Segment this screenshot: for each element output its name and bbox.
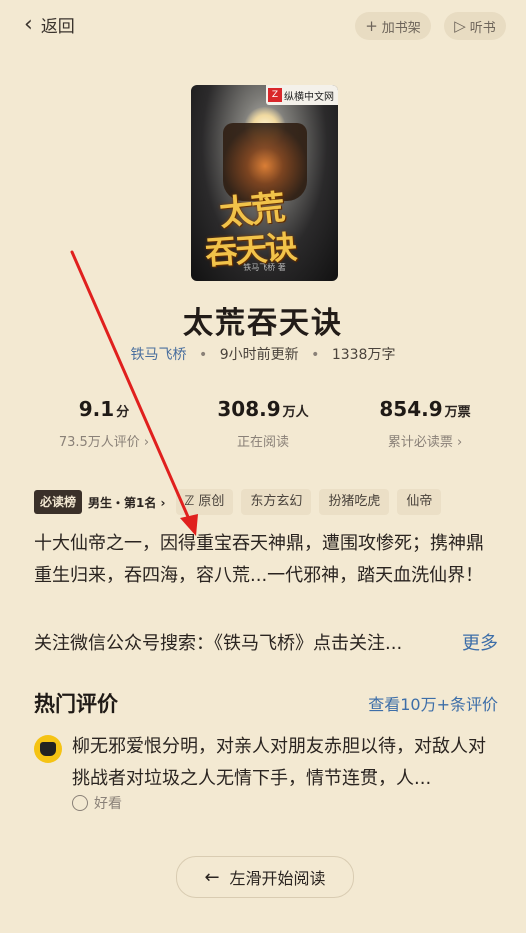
plus-icon: +	[365, 17, 378, 35]
rank-text[interactable]: 男生・第1名 ›	[88, 494, 165, 511]
follow-text: 关注微信公众号搜索：《铁马飞桥》点击关注...	[34, 633, 403, 654]
separator-dot: •	[311, 347, 320, 363]
back-label: 返回	[40, 17, 75, 37]
start-reading-label: 左滑开始阅读	[229, 869, 326, 888]
arrow-left-icon: ←	[204, 866, 220, 888]
reviewer-avatar[interactable]	[34, 735, 62, 763]
rating-label: 73.5万人评价 ›	[58, 435, 150, 450]
rating-value: 9.1	[78, 397, 115, 421]
top-bar: ‹ 返回 + 加书架 ▷ 听书	[0, 0, 526, 52]
hot-reviews-title: 热门评价	[34, 692, 118, 716]
annotation-arrow-line	[70, 250, 194, 528]
rating-stat[interactable]: 9.1 分 73.5万人评价 ›	[24, 397, 184, 450]
like-button[interactable]: 好看	[72, 793, 122, 813]
zongheng-icon: ℤ	[184, 494, 195, 509]
separator-dot: •	[199, 347, 208, 363]
readers-label: 正在阅读	[236, 435, 289, 450]
book-title: 太荒吞天诀	[183, 306, 343, 341]
votes-value: 854.9	[379, 397, 443, 421]
back-button[interactable]: ‹ 返回	[24, 12, 75, 37]
readers-unit: 万人	[282, 405, 309, 420]
listen-button[interactable]: ▷ 听书	[444, 12, 506, 40]
tag-trope[interactable]: 扮猪吃虎	[319, 489, 390, 515]
votes-stat[interactable]: 854.9 万票 累计必读票 ›	[345, 397, 505, 450]
tag-row: 必读榜 男生・第1名 › ℤ 原创 东方玄幻 扮猪吃虎 仙帝	[34, 488, 449, 516]
tag-original[interactable]: ℤ 原创	[175, 489, 234, 515]
votes-label: 累计必读票 ›	[387, 435, 463, 450]
add-shelf-label: 加书架	[381, 20, 421, 36]
start-reading-button[interactable]: ← 左滑开始阅读	[176, 856, 354, 898]
update-time: 9小时前更新	[219, 347, 299, 363]
cover-author: 铁马飞桥 著	[243, 263, 286, 272]
readers-stat: 308.9 万人 正在阅读	[183, 397, 343, 450]
book-cover[interactable]: Z 纵横中文网 太荒 吞天诀 铁马飞桥 著	[191, 85, 338, 281]
tag-genre[interactable]: 东方玄幻	[241, 489, 312, 515]
stats-row: 9.1 分 73.5万人评价 › 308.9 万人 正在阅读 854.9 万票 累计必…	[0, 397, 526, 457]
view-all-reviews-link[interactable]: 查看10万+条评价	[368, 691, 498, 715]
votes-unit: 万票	[444, 405, 471, 420]
listen-label: 听书	[469, 20, 496, 36]
readers-value: 308.9	[217, 397, 281, 421]
review-text[interactable]: 柳无邪爱恨分明，对亲人对朋友赤胆以待，对敌人对挑战者对垃圾之人无情下手，情节连贯…	[72, 731, 502, 795]
word-count: 1338万字	[331, 347, 396, 363]
like-label: 好看	[94, 796, 122, 812]
rating-unit: 分	[116, 405, 130, 420]
author-link[interactable]: 铁马飞桥	[131, 347, 187, 363]
book-description: 十大仙帝之一，因得重宝吞天神鼎，遭围攻惨死；携神鼎重生归来，吞四海，容八荒...…	[34, 533, 484, 586]
add-to-shelf-button[interactable]: + 加书架	[355, 12, 431, 40]
play-icon: ▷	[454, 17, 466, 35]
publisher-badge: Z 纵横中文网	[266, 85, 338, 105]
book-meta: 铁马飞桥 • 9小时前更新 • 1338万字	[0, 344, 526, 364]
tag-xiandi[interactable]: 仙帝	[397, 489, 442, 515]
chevron-left-icon: ‹	[24, 11, 33, 37]
avatar-face	[40, 742, 56, 756]
rank-badge[interactable]: 必读榜	[34, 490, 83, 514]
publisher-logo-icon: Z	[268, 88, 282, 102]
more-button[interactable]: 更多	[462, 629, 498, 655]
smile-icon	[72, 795, 88, 811]
